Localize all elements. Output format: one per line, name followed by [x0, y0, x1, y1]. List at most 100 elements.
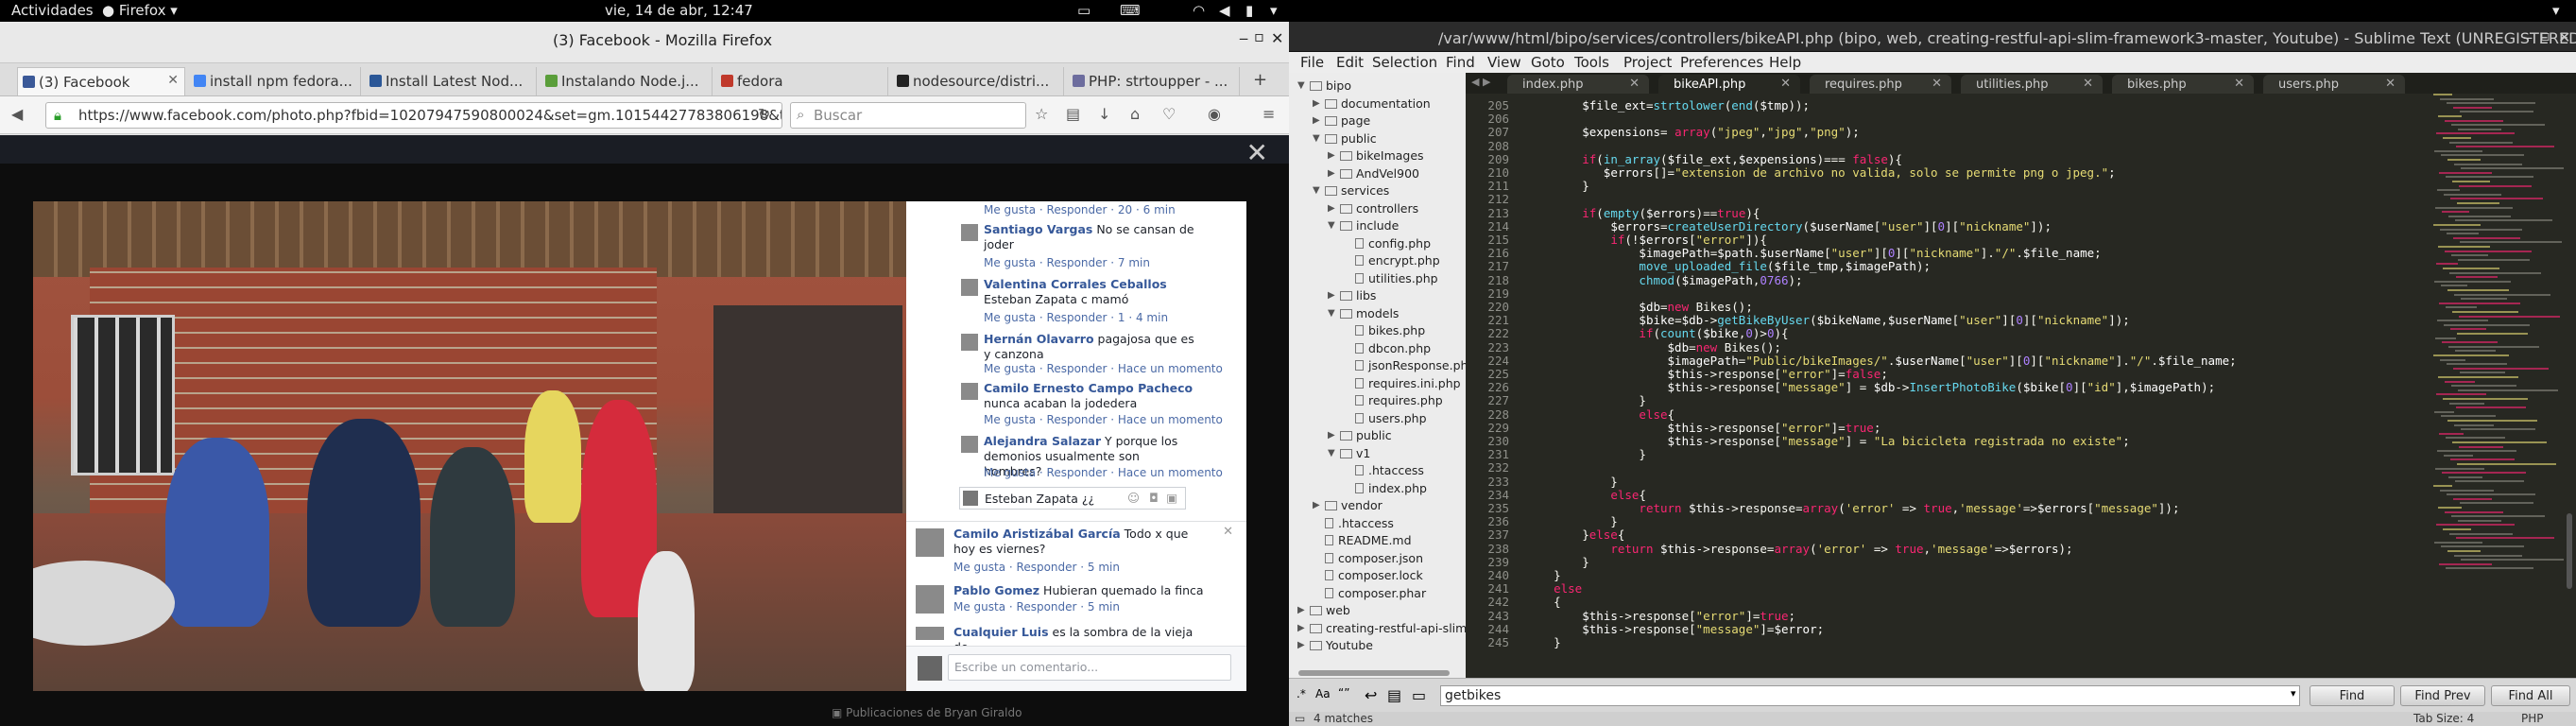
code-line[interactable]: move_uploaded_file($file_tmp,$imagePath)… [1525, 259, 1931, 273]
code-line[interactable]: $this->response["error"]=true; [1525, 421, 1881, 435]
reply-box[interactable]: Esteban Zapata ¿¿ ☺ ◘ ▣ [959, 487, 1186, 510]
search-input[interactable]: ⌕ Buscar [790, 102, 1026, 129]
code-line[interactable]: $db=new Bikes(); [1525, 340, 1781, 354]
keyboard-icon[interactable]: ⌨ [1120, 2, 1141, 19]
bookmark-star-icon[interactable]: ☆ [1035, 105, 1048, 123]
sidebar-folder[interactable]: ▶ vendor [1313, 498, 1382, 512]
code-line[interactable]: else{ [1525, 407, 1674, 422]
maximize-icon[interactable]: ▫ [1254, 27, 1264, 45]
code-line[interactable]: if(in_array($file_ext,$expensions)=== fa… [1525, 152, 1902, 166]
menu-preferences[interactable]: Preferences [1680, 54, 1763, 71]
comment-meta[interactable]: Me gusta · Responder · Hace un momento [984, 413, 1223, 426]
tab-fedora[interactable]: fedora [716, 67, 888, 95]
editor-tab[interactable]: users.php ✕ [2263, 75, 2405, 94]
new-tab-button[interactable]: + [1253, 70, 1267, 90]
panel-toggle-icon[interactable]: ▭ [1295, 712, 1305, 725]
collapsed-arrow-icon[interactable]: ▶ [1297, 640, 1305, 650]
sidebar-file[interactable]: config.php [1355, 236, 1431, 251]
sidebar-folder[interactable]: ▼ include [1328, 218, 1399, 233]
comment-meta[interactable]: Me gusta · Responder · 1 · 4 min [984, 311, 1168, 324]
reload-icon[interactable]: ↻ [758, 105, 770, 123]
minimap[interactable] [2433, 94, 2566, 585]
tab-npm[interactable]: install npm fedora... [189, 67, 361, 95]
editor-tab[interactable]: bikeAPI.php ✕ [1658, 75, 1800, 94]
url-bar[interactable]: 🔒︎ https://www.facebook.com/photo.php?fb… [45, 102, 782, 129]
menu-tools[interactable]: Tools [1574, 54, 1609, 71]
expanded-arrow-icon[interactable]: ▼ [1328, 308, 1335, 319]
collapsed-arrow-icon[interactable]: ▶ [1297, 623, 1305, 633]
comment-meta[interactable]: Me gusta · Responder · 5 min [953, 561, 1120, 574]
collapsed-arrow-icon[interactable]: ▶ [1328, 150, 1335, 161]
sidebar-folder[interactable]: ▼ public [1313, 131, 1377, 146]
close-icon[interactable]: ✕ [2558, 28, 2570, 46]
collapsed-arrow-icon[interactable]: ▶ [1328, 203, 1335, 214]
menu-goto[interactable]: Goto [1531, 54, 1565, 71]
comment-meta[interactable]: Me gusta · Responder · 20 · 6 min [984, 203, 1176, 216]
tab-close-icon[interactable]: ✕ [1780, 77, 1791, 91]
code-line[interactable]: if(count($bike,0)>0){ [1525, 326, 1788, 340]
code-line[interactable]: if(empty($errors)==true){ [1525, 206, 1760, 220]
code-line[interactable]: $this->response["error"]=false; [1525, 367, 1888, 381]
sidebar-folder[interactable]: ▶ documentation [1313, 96, 1431, 111]
menu-selection[interactable]: Selection [1372, 54, 1437, 71]
comment-author[interactable]: Cualquier Luis [953, 625, 1049, 639]
sidebar-file[interactable]: jsonResponse.php [1355, 358, 1466, 372]
sidebar-folder[interactable]: ▶ page [1313, 113, 1370, 128]
expanded-arrow-icon[interactable]: ▼ [1313, 133, 1320, 144]
code-line[interactable]: $expensions= array("jpeg","jpg","png"); [1525, 125, 1860, 139]
sidebar-folder[interactable]: ▶ Youtube [1297, 638, 1373, 652]
comment-composer[interactable]: Escribe un comentario... [906, 646, 1246, 691]
code-line[interactable]: $bike=$db->getBikeByUser($bikeName,$user… [1525, 313, 2129, 327]
sidebar-file[interactable]: composer.phar [1325, 586, 1426, 600]
code-line[interactable]: } [1525, 393, 1646, 407]
editor-tab[interactable]: bikes.php ✕ [2112, 75, 2254, 94]
back-icon[interactable]: ◀ [11, 105, 23, 123]
expanded-arrow-icon[interactable]: ▼ [1328, 220, 1335, 231]
highlight-toggle-icon[interactable]: ▭ [1412, 686, 1426, 704]
wrap-toggle-icon[interactable]: ↩ [1365, 686, 1377, 704]
code-line[interactable]: } [1525, 635, 1561, 649]
tab-close-icon[interactable]: ✕ [2385, 77, 2396, 91]
code-line[interactable]: }else{ [1525, 527, 1624, 542]
code-line[interactable]: return $this->response=array('error' => … [1525, 501, 2179, 515]
system-menu-icon-right[interactable]: ▾ [2552, 2, 2560, 19]
reading-list-icon[interactable]: ▤ [1066, 105, 1080, 123]
system-menu-icon[interactable]: ▾ [1270, 2, 1278, 19]
code-line[interactable]: $this->response["message"] = "La bicicle… [1525, 434, 2130, 448]
emoji-icon[interactable]: ☺ [1127, 491, 1140, 505]
clock[interactable]: vie, 14 de abr, 12:47 [605, 2, 753, 19]
find-input[interactable]: getbikes [1440, 685, 2300, 706]
code-line[interactable]: else{ [1525, 488, 1646, 502]
tab-size[interactable]: Tab Size: 4 [2413, 712, 2474, 725]
collapsed-arrow-icon[interactable]: ▶ [1328, 430, 1335, 441]
avatar[interactable] [961, 383, 978, 400]
tab-nodesource[interactable]: nodesource/distri... [892, 67, 1064, 95]
sidebar-file[interactable]: .htaccess [1325, 516, 1394, 530]
menu-help[interactable]: Help [1769, 54, 1801, 71]
comment-author[interactable]: Alejandra Salazar [984, 434, 1101, 448]
code-line[interactable]: $imagePath="Public/bikeImages/".$userNam… [1525, 354, 2237, 368]
code-line[interactable]: } [1525, 447, 1646, 461]
collapsed-arrow-icon[interactable]: ▶ [1313, 500, 1320, 510]
sidebar-file[interactable]: index.php [1355, 481, 1427, 495]
sidebar-file[interactable]: encrypt.php [1355, 253, 1440, 268]
sidebar-file[interactable]: composer.lock [1325, 568, 1423, 582]
find-button[interactable]: Find [2310, 685, 2395, 706]
sidebar-folder[interactable]: ▼ models [1328, 306, 1399, 320]
sidebar-folder[interactable]: ▶ libs [1328, 288, 1376, 302]
sidebar-file[interactable]: utilities.php [1355, 271, 1438, 285]
minimize-icon[interactable]: ‒ [2523, 28, 2533, 46]
sidebar-folder[interactable]: ▶ public [1328, 428, 1392, 442]
tab-facebook[interactable]: (3) Facebook ✕ [17, 67, 185, 95]
sidebar-file[interactable]: users.php [1355, 411, 1427, 425]
comment-meta[interactable]: Me gusta · Responder · Hace un momento [984, 466, 1223, 479]
code-line[interactable]: chmod($imagePath,0766); [1525, 273, 1802, 287]
code-line[interactable]: } [1525, 514, 1618, 528]
photo[interactable] [33, 201, 906, 691]
close-comment-icon[interactable]: ✕ [1223, 525, 1233, 539]
menu-view[interactable]: View [1487, 54, 1521, 71]
find-prev-button[interactable]: Find Prev [2400, 685, 2485, 706]
expanded-arrow-icon[interactable]: ▼ [1328, 448, 1335, 458]
editor-tab[interactable]: index.php ✕ [1507, 75, 1649, 94]
tab-close-icon[interactable]: ✕ [2083, 77, 2093, 91]
